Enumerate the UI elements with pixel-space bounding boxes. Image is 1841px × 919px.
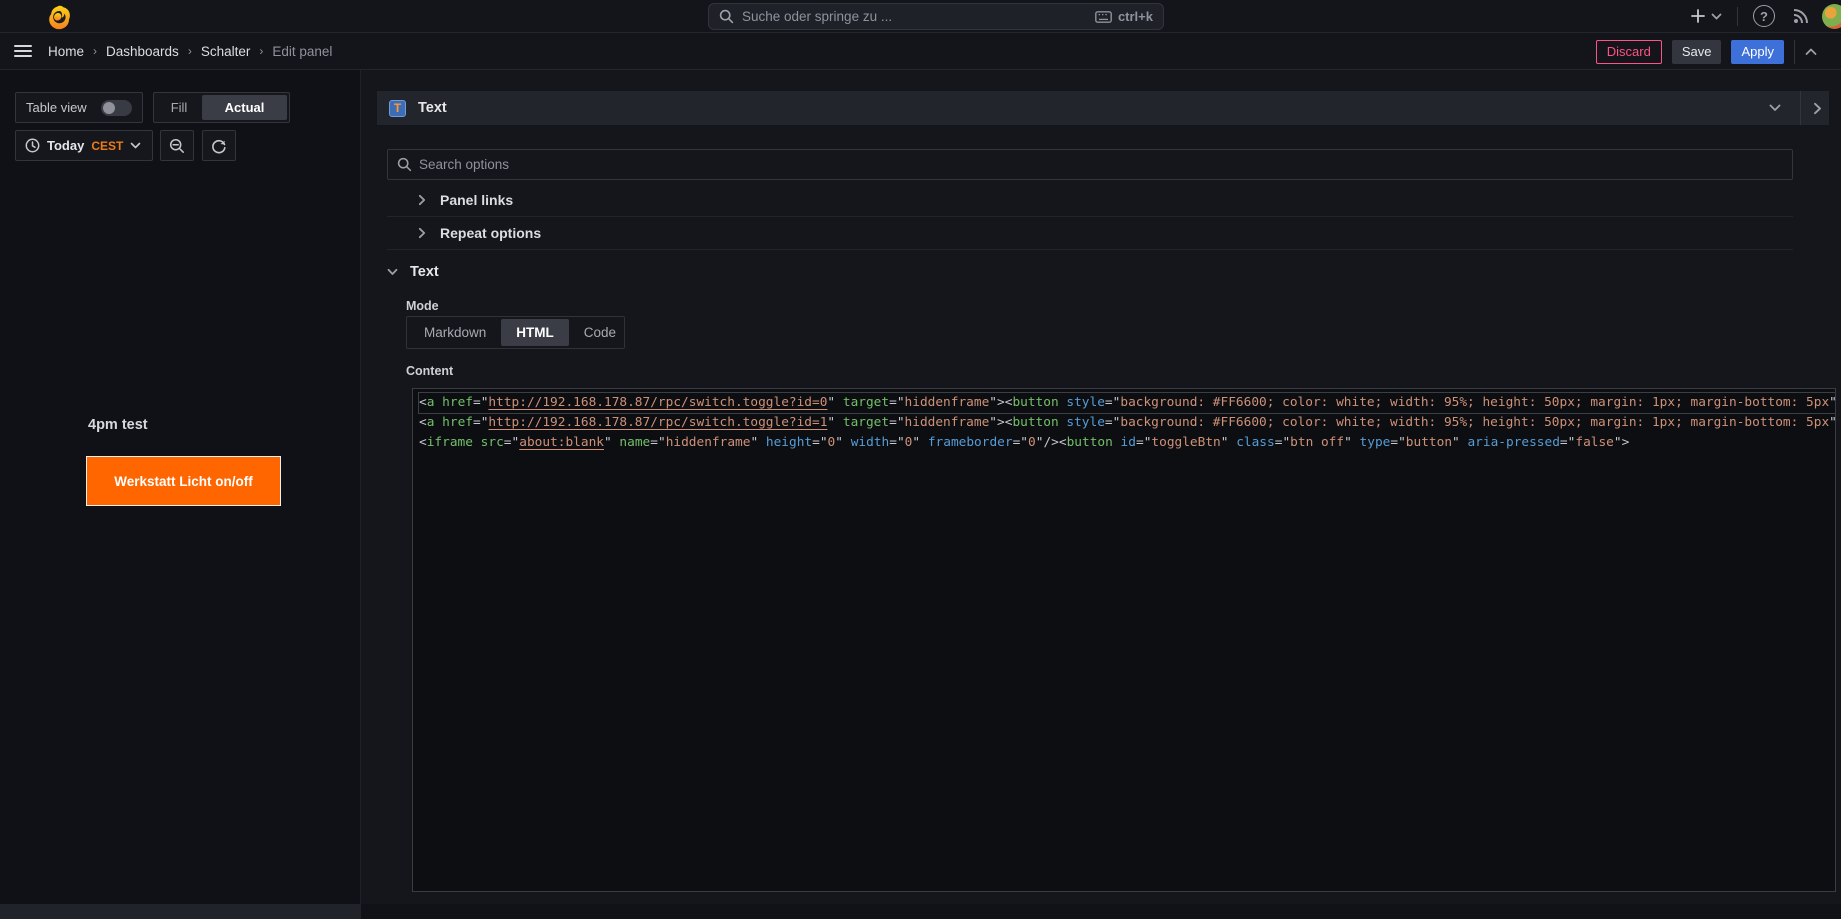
breadcrumb-edit-panel: Edit panel [272,44,332,59]
table-view-control: Table view [15,92,143,123]
chevron-down-icon [1711,13,1722,20]
breadcrumb-separator: › [259,44,263,58]
breadcrumb-separator: › [93,44,97,58]
toggle-knob [103,102,115,114]
search-shortcut: ctrl+k [1095,9,1153,24]
breadcrumb-dashboard-name[interactable]: Schalter [201,44,251,59]
help-button[interactable]: ? [1753,5,1775,27]
options-search-input[interactable] [419,157,1783,172]
grafana-app: ctrl+k ? Home › Dashboards › Schalter › … [0,0,1841,919]
section-label: Repeat options [440,225,541,241]
search-shortcut-label: ctrl+k [1118,9,1153,24]
breadcrumb-separator: › [188,44,192,58]
options-search-box[interactable] [387,149,1793,180]
clock-icon [25,138,40,153]
save-button[interactable]: Save [1672,40,1722,64]
table-view-label: Table view [26,100,87,115]
time-range-picker[interactable]: Today CEST [15,130,153,161]
apply-button[interactable]: Apply [1731,40,1784,64]
text-panel-icon: T [389,100,406,117]
menu-toggle-button[interactable] [14,45,32,57]
mode-radio-group: Markdown HTML Code [406,316,625,349]
chevron-down-icon[interactable] [1769,104,1781,112]
bottom-scrollbar[interactable] [0,904,361,919]
table-view-toggle[interactable] [101,100,132,116]
panel-title: 4pm test [88,417,148,433]
time-range-label: Today [47,138,84,153]
breadcrumb: Home › Dashboards › Schalter › Edit pane… [48,44,332,59]
preview-toggle-button[interactable]: Werkstatt Licht on/off [86,456,281,506]
chevron-right-icon [418,227,426,239]
visualization-name: Text [418,100,447,116]
plus-icon [1690,8,1706,24]
refresh-icon [211,138,227,154]
actual-option[interactable]: Actual [202,95,287,120]
zoom-out-button[interactable] [160,130,194,161]
fill-option[interactable]: Fill [156,95,202,120]
pane-size-control: Fill Actual [153,92,290,123]
new-menu-button[interactable] [1690,5,1722,27]
user-avatar[interactable] [1822,4,1841,29]
chevron-down-icon [130,142,141,149]
search-icon [719,9,734,24]
code-line[interactable]: <a href="http://192.168.178.87/rpc/switc… [419,413,1835,433]
grafana-logo-icon[interactable] [46,4,73,31]
actions-divider [1794,40,1795,64]
chevron-right-icon[interactable] [1813,102,1822,115]
search-icon [397,157,412,172]
chevron-up-icon[interactable] [1805,48,1817,56]
content-label: Content [406,364,453,378]
section-repeat-options[interactable]: Repeat options [387,217,1793,250]
preview-pane: Table view Fill Actual Today CEST 4pm te… [0,70,361,904]
global-search-box[interactable]: ctrl+k [708,3,1164,30]
section-panel-links[interactable]: Panel links [387,184,1793,217]
timezone-badge: CEST [91,139,123,153]
code-line[interactable]: <a href="http://192.168.178.87/rpc/switc… [419,393,1835,413]
panel-actions: Discard Save Apply [1596,33,1817,70]
nav-bar: Home › Dashboards › Schalter › Edit pane… [0,33,1841,70]
code-line[interactable]: <iframe src="about:blank" name="hiddenfr… [419,433,1835,453]
top-bar: ctrl+k ? [0,0,1841,33]
breadcrumb-dashboards[interactable]: Dashboards [106,44,179,59]
content-code-editor[interactable]: <a href="http://192.168.178.87/rpc/switc… [412,388,1836,892]
visualization-picker[interactable]: T Text [377,91,1829,125]
topbar-divider [1737,7,1738,26]
mode-label: Mode [406,299,439,313]
news-icon[interactable] [1791,6,1811,26]
zoom-out-icon [169,138,185,154]
section-label: Text [410,264,439,280]
section-text[interactable]: Text [387,264,439,280]
chevron-right-icon [418,194,426,206]
options-pane: T Text Panel links Repeat options Text M… [361,70,1841,904]
header-divider [1800,91,1801,125]
mode-html[interactable]: HTML [501,319,569,346]
section-label: Panel links [440,192,513,208]
breadcrumb-home[interactable]: Home [48,44,84,59]
discard-button[interactable]: Discard [1596,40,1662,64]
chevron-down-icon [387,268,398,276]
mode-markdown[interactable]: Markdown [409,319,501,346]
mode-code[interactable]: Code [569,319,631,346]
refresh-button[interactable] [202,130,236,161]
keyboard-icon [1095,11,1112,23]
global-search-input[interactable] [742,9,1087,24]
